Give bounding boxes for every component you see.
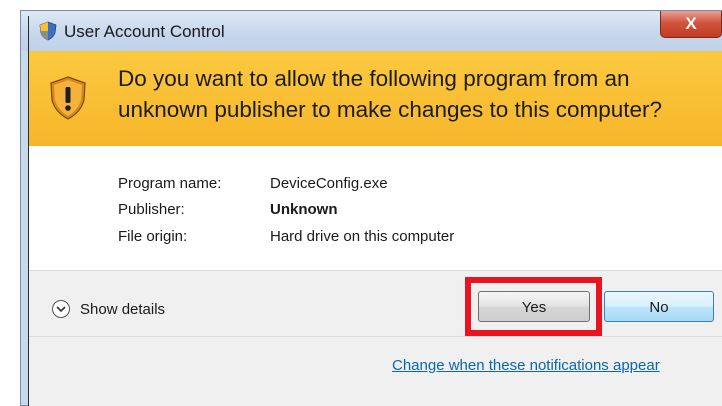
- publisher-label: Publisher:: [118, 201, 185, 218]
- program-name-value: DeviceConfig.exe: [270, 175, 388, 192]
- window-title: User Account Control: [64, 22, 225, 41]
- no-button[interactable]: No: [604, 291, 714, 322]
- program-name-label: Program name:: [118, 175, 222, 192]
- show-details-toggle[interactable]: Show details: [52, 297, 202, 321]
- close-icon: X: [685, 14, 697, 33]
- show-details-label: Show details: [80, 300, 166, 318]
- change-notifications-link[interactable]: Change when these notifications appear: [392, 357, 660, 374]
- close-button[interactable]: X: [660, 11, 722, 38]
- uac-shield-icon: [39, 21, 57, 41]
- file-origin-label: File origin:: [118, 228, 188, 245]
- footer-divider: [29, 336, 722, 337]
- uac-question-text: Do you want to allow the following progr…: [118, 66, 663, 122]
- yes-button[interactable]: Yes: [478, 291, 590, 322]
- publisher-value: Unknown: [270, 201, 338, 218]
- chevron-down-icon: [52, 300, 70, 318]
- warning-shield-icon: [50, 76, 86, 120]
- file-origin-value: Hard drive on this computer: [270, 228, 455, 245]
